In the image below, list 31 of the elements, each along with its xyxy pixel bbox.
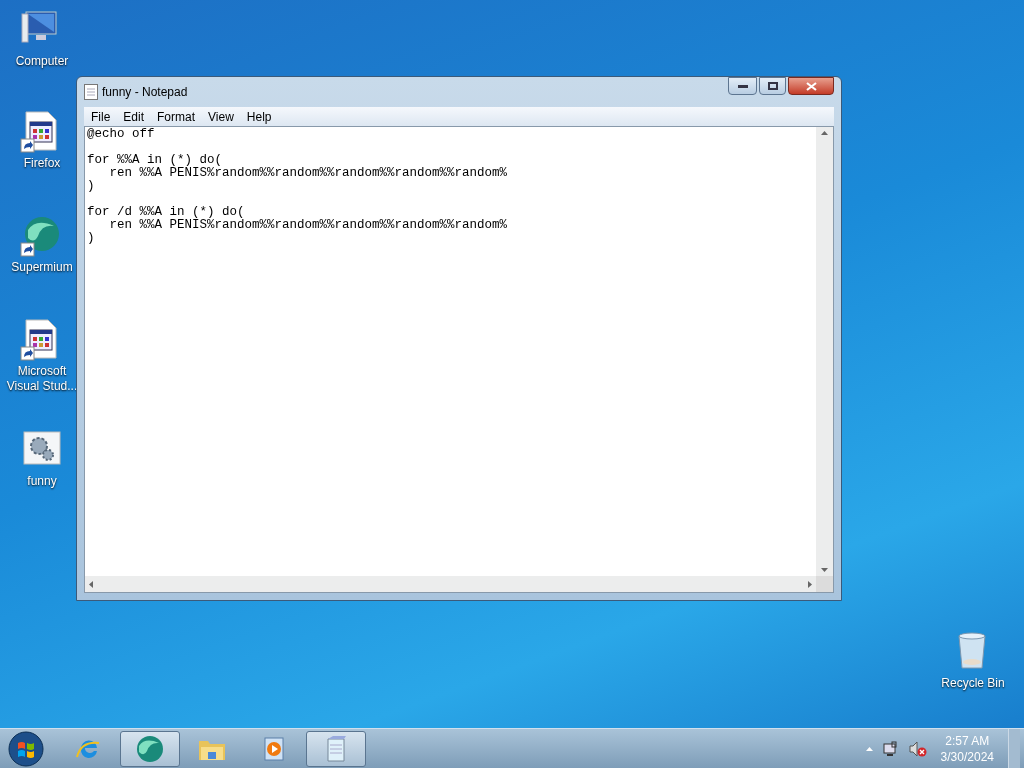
menu-item[interactable]: View: [208, 107, 234, 126]
menu-item[interactable]: File: [91, 107, 111, 126]
menu-item[interactable]: Edit: [123, 107, 145, 126]
desktop-icon-label[interactable]: Microsoft Visual Stud...: [4, 364, 80, 394]
scroll-right-arrow-icon[interactable]: [808, 580, 812, 588]
window-title: funny - Notepad: [102, 84, 188, 101]
taskbar-button[interactable]: [120, 730, 180, 767]
menu-item[interactable]: Format: [157, 107, 196, 126]
clock-date: 3/30/2024: [940, 748, 994, 765]
scrollbar-corner: [816, 576, 833, 592]
desktop-icon-label[interactable]: funny: [27, 474, 57, 489]
minimize-button[interactable]: [728, 77, 757, 95]
scroll-down-arrow-icon[interactable]: [821, 568, 828, 572]
vertical-scrollbar[interactable]: [816, 127, 833, 576]
close-icon: [805, 81, 817, 91]
clock[interactable]: 2:57 AM 3/30/2024: [940, 732, 994, 765]
desktop-icon-label[interactable]: Firefox: [23, 156, 61, 171]
desktop-icon-label[interactable]: Supermium: [11, 260, 73, 275]
scroll-up-arrow-icon[interactable]: [821, 131, 828, 135]
notepad-icon: [84, 84, 98, 100]
horizontal-scrollbar[interactable]: [85, 576, 816, 592]
desktop-icon-label[interactable]: Recycle Bin: [941, 676, 1005, 691]
menu-item[interactable]: Help: [246, 107, 272, 126]
close-button[interactable]: [788, 77, 834, 95]
scroll-left-arrow-icon[interactable]: [89, 580, 93, 588]
clock-time: 2:57 AM: [945, 732, 990, 749]
taskbar-button[interactable]: [306, 730, 366, 767]
network-icon[interactable]: [882, 740, 899, 757]
muted-speaker-icon[interactable]: [908, 740, 927, 757]
maximize-button[interactable]: [759, 77, 786, 95]
desktop-icon-label[interactable]: Computer: [15, 54, 69, 69]
